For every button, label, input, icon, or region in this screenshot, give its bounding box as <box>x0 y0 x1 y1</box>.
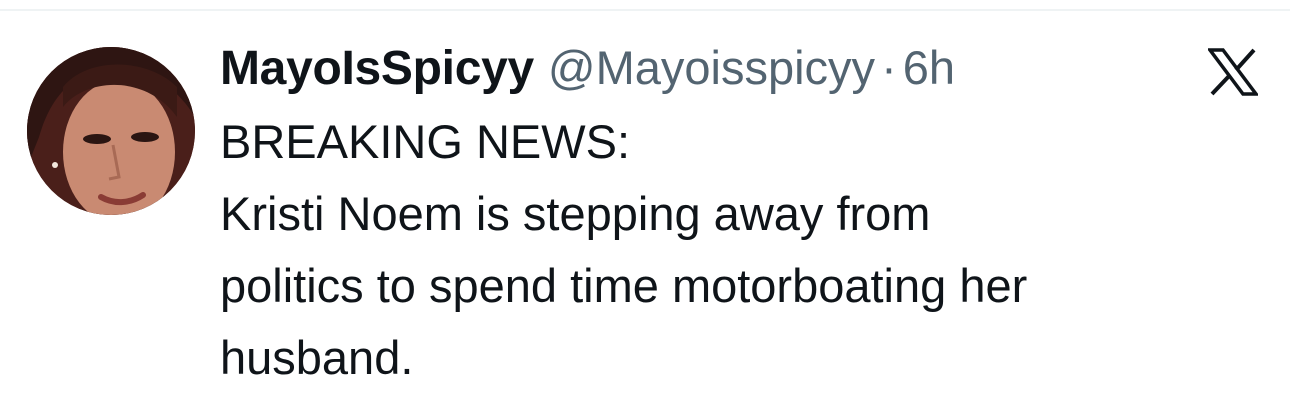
avatar[interactable] <box>27 47 195 215</box>
header-separator: · <box>881 41 897 94</box>
tweet-text-line: husband. <box>220 331 414 384</box>
tweet-header: MayoIsSpicyy @Mayoisspicyy · 6h <box>220 40 1270 108</box>
top-divider <box>0 9 1290 11</box>
tweet-body: MayoIsSpicyy @Mayoisspicyy · 6h BREAKING… <box>220 40 1270 394</box>
tweet-timestamp[interactable]: 6h <box>903 40 955 95</box>
avatar-photo <box>27 47 195 215</box>
tweet-text-line: politics to spend time motorboating her <box>220 259 1028 312</box>
tweet-text-line: BREAKING NEWS: <box>220 115 631 168</box>
tweet-text: BREAKING NEWS: Kristi Noem is stepping a… <box>220 106 1270 394</box>
tweet-text-line: Kristi Noem is stepping away from <box>220 187 931 240</box>
x-logo-icon[interactable] <box>1206 48 1260 96</box>
author-display-name[interactable]: MayoIsSpicyy <box>220 41 534 96</box>
author-handle[interactable]: @Mayoisspicyy <box>548 40 875 95</box>
